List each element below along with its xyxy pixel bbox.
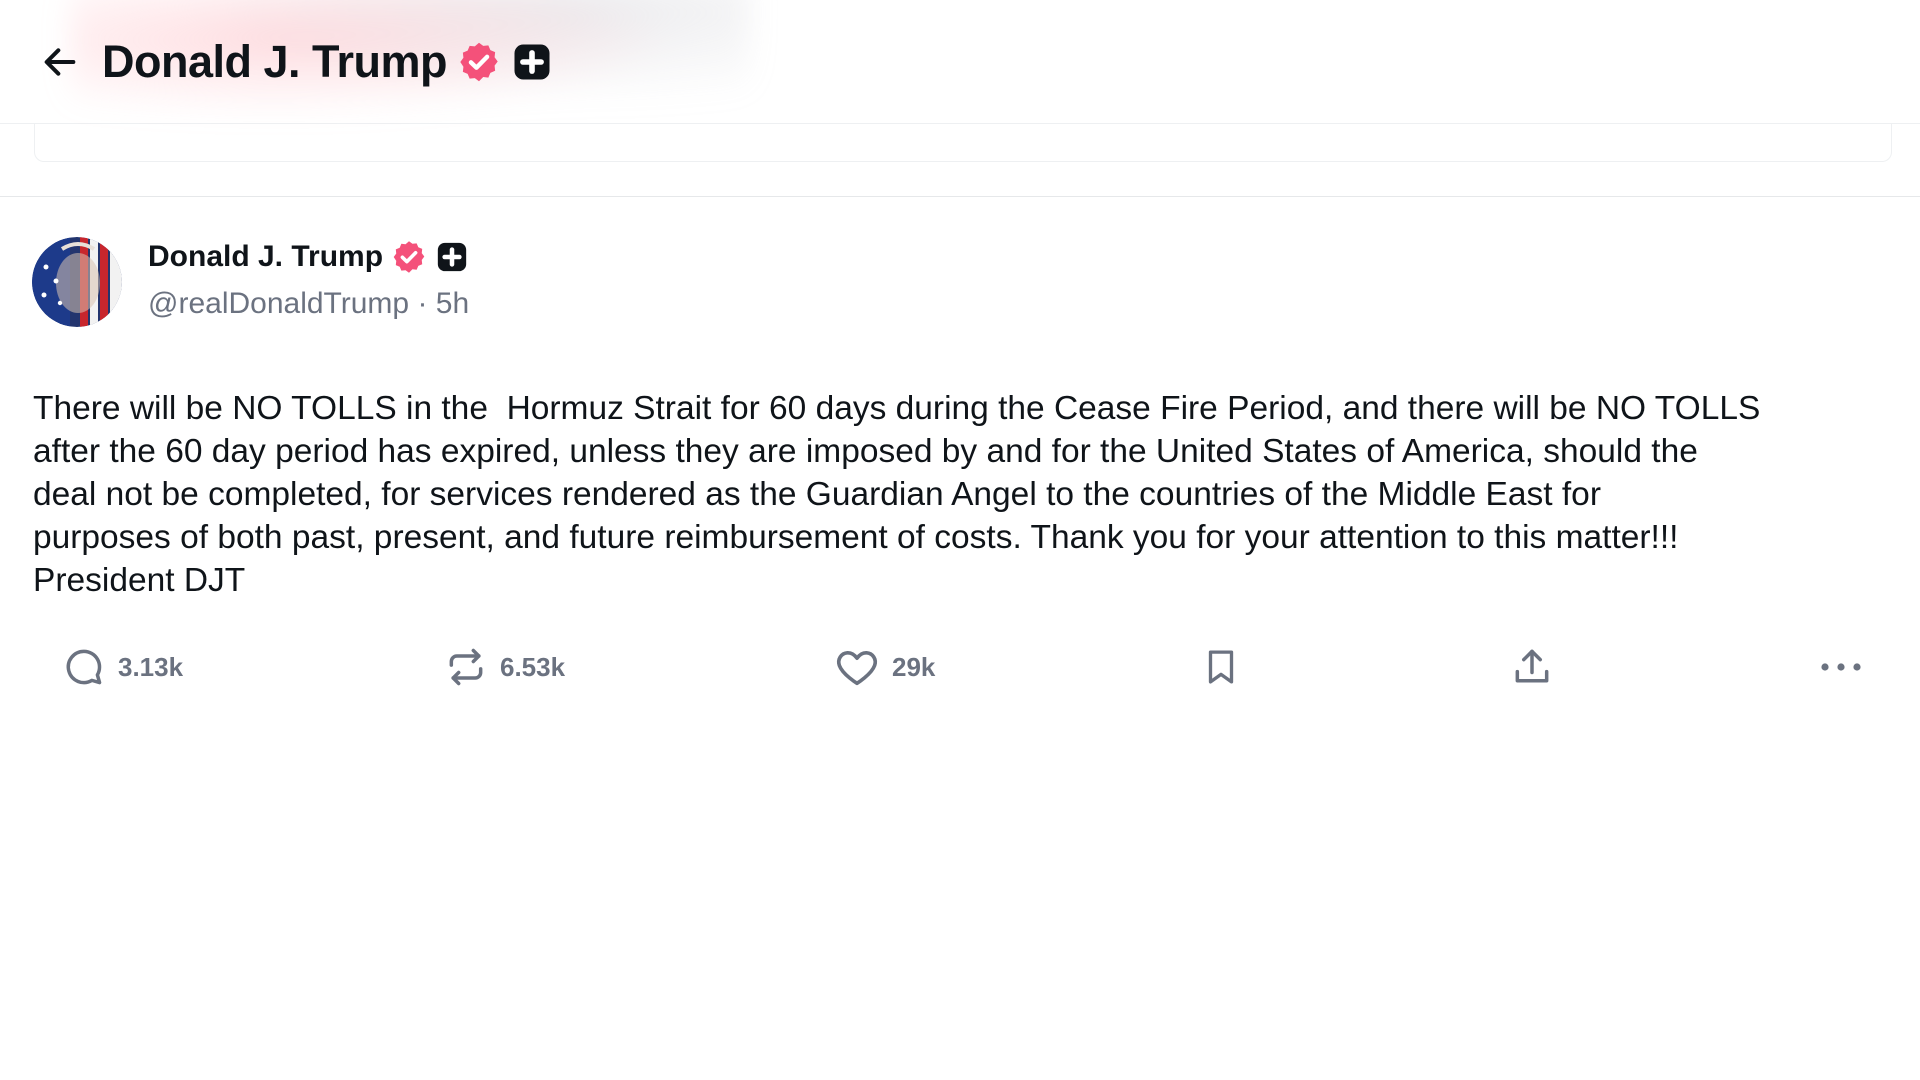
repost-icon [444, 645, 488, 689]
reply-icon [62, 645, 106, 689]
author-name[interactable]: Donald J. Trump [148, 240, 383, 274]
share-button[interactable] [1510, 637, 1554, 697]
like-count: 29k [892, 651, 936, 682]
back-button[interactable] [38, 40, 82, 84]
bookmark-icon [1200, 645, 1242, 689]
reply-count: 3.13k [118, 651, 184, 682]
header-bottom-panel [34, 124, 1892, 162]
profile-header: Donald J. Trump [0, 0, 1920, 130]
post-text: There will be NO TOLLS in the Hormuz Str… [33, 390, 1761, 599]
author-handle-time: @realDonaldTrump · 5h [148, 287, 470, 320]
bookmark-button[interactable] [1200, 637, 1242, 697]
reply-button[interactable]: 3.13k [62, 637, 183, 697]
verified-badge-icon [391, 239, 427, 275]
verified-badge-icon [457, 40, 501, 84]
page-title: Donald J. Trump [102, 35, 448, 87]
avatar[interactable] [32, 237, 122, 327]
more-options-button[interactable] [1818, 637, 1864, 697]
author-block: Donald J. Trump @realDonaldTrump · 5h [148, 237, 469, 321]
more-icon [1818, 657, 1864, 677]
plus-badge-icon [511, 41, 553, 83]
post-actions: 3.13k 6.53k 29k [0, 637, 1920, 697]
repost-count: 6.53k [500, 651, 566, 682]
share-icon [1510, 645, 1554, 689]
like-button[interactable]: 29k [834, 637, 935, 697]
heart-icon [834, 644, 880, 690]
repost-button[interactable]: 6.53k [444, 637, 565, 697]
arrow-left-icon [40, 42, 80, 82]
plus-badge-icon [435, 240, 469, 274]
divider [0, 196, 1920, 197]
author-row: Donald J. Trump [148, 237, 469, 277]
